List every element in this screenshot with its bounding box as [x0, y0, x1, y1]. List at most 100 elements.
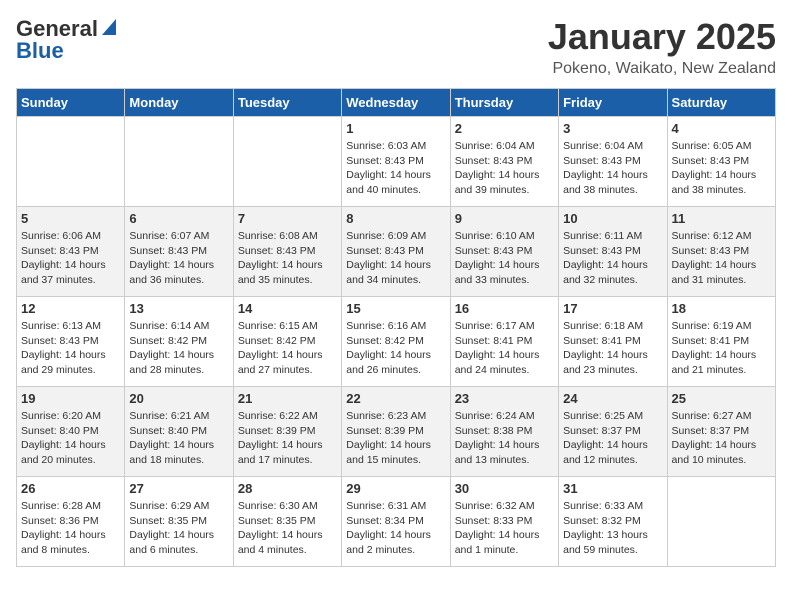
day-info: Sunrise: 6:30 AM Sunset: 8:35 PM Dayligh… [238, 499, 337, 558]
day-info: Sunrise: 6:04 AM Sunset: 8:43 PM Dayligh… [563, 139, 662, 198]
calendar-cell: 2 Sunrise: 6:04 AM Sunset: 8:43 PM Daylig… [450, 117, 558, 207]
calendar-cell: 18Sunrise: 6:19 AM Sunset: 8:41 PM Dayli… [667, 297, 775, 387]
calendar-cell [125, 117, 233, 207]
logo: General Blue [16, 16, 114, 64]
day-number: 21 [238, 391, 337, 406]
day-number: 4 [672, 121, 771, 136]
day-number: 23 [455, 391, 554, 406]
day-info: Sunrise: 6:27 AM Sunset: 8:37 PM Dayligh… [672, 409, 771, 468]
calendar-cell: 21 Sunrise: 6:22 AM Sunset: 8:39 PM Dayli… [233, 387, 341, 477]
day-info: Sunrise: 6:13 AM Sunset: 8:43 PM Dayligh… [21, 319, 120, 378]
day-info: Sunrise: 6:16 AM Sunset: 8:42 PM Dayligh… [346, 319, 445, 378]
logo-blue: Blue [16, 38, 64, 64]
calendar-cell: 14 Sunrise: 6:15 AM Sunset: 8:42 PM Dayli… [233, 297, 341, 387]
calendar-cell [17, 117, 125, 207]
page-header: General Blue January 2025 Pokeno, Waikat… [16, 16, 776, 78]
day-info: Sunrise: 6:14 AM Sunset: 8:42 PM Dayligh… [129, 319, 228, 378]
calendar-cell: 29Sunrise: 6:31 AM Sunset: 8:34 PM Dayli… [342, 477, 450, 567]
day-number: 31 [563, 481, 662, 496]
calendar-cell: 28 Sunrise: 6:30 AM Sunset: 8:35 PM Dayli… [233, 477, 341, 567]
day-number: 12 [21, 301, 120, 316]
day-info: Sunrise: 6:32 AM Sunset: 8:33 PM Dayligh… [455, 499, 554, 558]
day-number: 5 [21, 211, 120, 226]
column-header-thursday: Thursday [450, 89, 558, 117]
calendar-cell: 25 Sunrise: 6:27 AM Sunset: 8:37 PM Dayli… [667, 387, 775, 477]
calendar-cell: 19Sunrise: 6:20 AM Sunset: 8:40 PM Dayli… [17, 387, 125, 477]
calendar-cell: 9 Sunrise: 6:10 AM Sunset: 8:43 PM Daylig… [450, 207, 558, 297]
day-info: Sunrise: 6:15 AM Sunset: 8:42 PM Dayligh… [238, 319, 337, 378]
day-number: 2 [455, 121, 554, 136]
day-info: Sunrise: 6:22 AM Sunset: 8:39 PM Dayligh… [238, 409, 337, 468]
day-number: 9 [455, 211, 554, 226]
logo-triangle-icon [102, 19, 116, 40]
calendar-cell: 15 Sunrise: 6:16 AM Sunset: 8:42 PM Dayli… [342, 297, 450, 387]
day-number: 13 [129, 301, 228, 316]
day-info: Sunrise: 6:09 AM Sunset: 8:43 PM Dayligh… [346, 229, 445, 288]
calendar-cell: 3 Sunrise: 6:04 AM Sunset: 8:43 PM Daylig… [559, 117, 667, 207]
calendar-cell: 12 Sunrise: 6:13 AM Sunset: 8:43 PM Dayli… [17, 297, 125, 387]
day-info: Sunrise: 6:21 AM Sunset: 8:40 PM Dayligh… [129, 409, 228, 468]
day-number: 14 [238, 301, 337, 316]
day-info: Sunrise: 6:04 AM Sunset: 8:43 PM Dayligh… [455, 139, 554, 198]
day-info: Sunrise: 6:17 AM Sunset: 8:41 PM Dayligh… [455, 319, 554, 378]
calendar-cell: 31Sunrise: 6:33 AM Sunset: 8:32 PM Dayli… [559, 477, 667, 567]
day-number: 8 [346, 211, 445, 226]
day-number: 3 [563, 121, 662, 136]
day-info: Sunrise: 6:12 AM Sunset: 8:43 PM Dayligh… [672, 229, 771, 288]
calendar-cell: 8 Sunrise: 6:09 AM Sunset: 8:43 PM Daylig… [342, 207, 450, 297]
location-title: Pokeno, Waikato, New Zealand [548, 60, 776, 78]
day-number: 19 [21, 391, 120, 406]
day-info: Sunrise: 6:10 AM Sunset: 8:43 PM Dayligh… [455, 229, 554, 288]
calendar-header: SundayMondayTuesdayWednesdayThursdayFrid… [17, 89, 776, 117]
calendar-cell: 1Sunrise: 6:03 AM Sunset: 8:43 PM Daylig… [342, 117, 450, 207]
calendar-cell: 27 Sunrise: 6:29 AM Sunset: 8:35 PM Dayli… [125, 477, 233, 567]
day-info: Sunrise: 6:23 AM Sunset: 8:39 PM Dayligh… [346, 409, 445, 468]
calendar-cell: 26 Sunrise: 6:28 AM Sunset: 8:36 PM Dayli… [17, 477, 125, 567]
calendar-cell: 13 Sunrise: 6:14 AM Sunset: 8:42 PM Dayli… [125, 297, 233, 387]
day-number: 24 [563, 391, 662, 406]
day-info: Sunrise: 6:06 AM Sunset: 8:43 PM Dayligh… [21, 229, 120, 288]
day-number: 25 [672, 391, 771, 406]
calendar-cell: 11 Sunrise: 6:12 AM Sunset: 8:43 PM Dayli… [667, 207, 775, 297]
day-number: 28 [238, 481, 337, 496]
day-number: 15 [346, 301, 445, 316]
day-number: 26 [21, 481, 120, 496]
calendar-cell: 6 Sunrise: 6:07 AM Sunset: 8:43 PM Daylig… [125, 207, 233, 297]
column-header-sunday: Sunday [17, 89, 125, 117]
day-info: Sunrise: 6:25 AM Sunset: 8:37 PM Dayligh… [563, 409, 662, 468]
calendar-cell: 30 Sunrise: 6:32 AM Sunset: 8:33 PM Dayli… [450, 477, 558, 567]
calendar-cell [233, 117, 341, 207]
day-number: 20 [129, 391, 228, 406]
day-number: 30 [455, 481, 554, 496]
title-area: January 2025 Pokeno, Waikato, New Zealan… [548, 16, 776, 78]
day-info: Sunrise: 6:05 AM Sunset: 8:43 PM Dayligh… [672, 139, 771, 198]
day-info: Sunrise: 6:28 AM Sunset: 8:36 PM Dayligh… [21, 499, 120, 558]
column-header-wednesday: Wednesday [342, 89, 450, 117]
column-header-saturday: Saturday [667, 89, 775, 117]
month-title: January 2025 [548, 16, 776, 58]
day-info: Sunrise: 6:29 AM Sunset: 8:35 PM Dayligh… [129, 499, 228, 558]
calendar-cell: 24 Sunrise: 6:25 AM Sunset: 8:37 PM Dayli… [559, 387, 667, 477]
day-info: Sunrise: 6:31 AM Sunset: 8:34 PM Dayligh… [346, 499, 445, 558]
day-number: 6 [129, 211, 228, 226]
calendar-cell: 23Sunrise: 6:24 AM Sunset: 8:38 PM Dayli… [450, 387, 558, 477]
day-number: 10 [563, 211, 662, 226]
day-info: Sunrise: 6:03 AM Sunset: 8:43 PM Dayligh… [346, 139, 445, 198]
calendar-cell: 4 Sunrise: 6:05 AM Sunset: 8:43 PM Daylig… [667, 117, 775, 207]
day-info: Sunrise: 6:11 AM Sunset: 8:43 PM Dayligh… [563, 229, 662, 288]
day-number: 27 [129, 481, 228, 496]
calendar-cell: 17Sunrise: 6:18 AM Sunset: 8:41 PM Dayli… [559, 297, 667, 387]
day-info: Sunrise: 6:08 AM Sunset: 8:43 PM Dayligh… [238, 229, 337, 288]
day-number: 11 [672, 211, 771, 226]
calendar-cell: 20 Sunrise: 6:21 AM Sunset: 8:40 PM Dayli… [125, 387, 233, 477]
day-number: 17 [563, 301, 662, 316]
column-header-friday: Friday [559, 89, 667, 117]
calendar-cell: 7 Sunrise: 6:08 AM Sunset: 8:43 PM Daylig… [233, 207, 341, 297]
day-number: 7 [238, 211, 337, 226]
day-info: Sunrise: 6:07 AM Sunset: 8:43 PM Dayligh… [129, 229, 228, 288]
calendar-cell [667, 477, 775, 567]
day-number: 22 [346, 391, 445, 406]
calendar-table: SundayMondayTuesdayWednesdayThursdayFrid… [16, 88, 776, 567]
column-header-monday: Monday [125, 89, 233, 117]
calendar-cell: 5 Sunrise: 6:06 AM Sunset: 8:43 PM Daylig… [17, 207, 125, 297]
